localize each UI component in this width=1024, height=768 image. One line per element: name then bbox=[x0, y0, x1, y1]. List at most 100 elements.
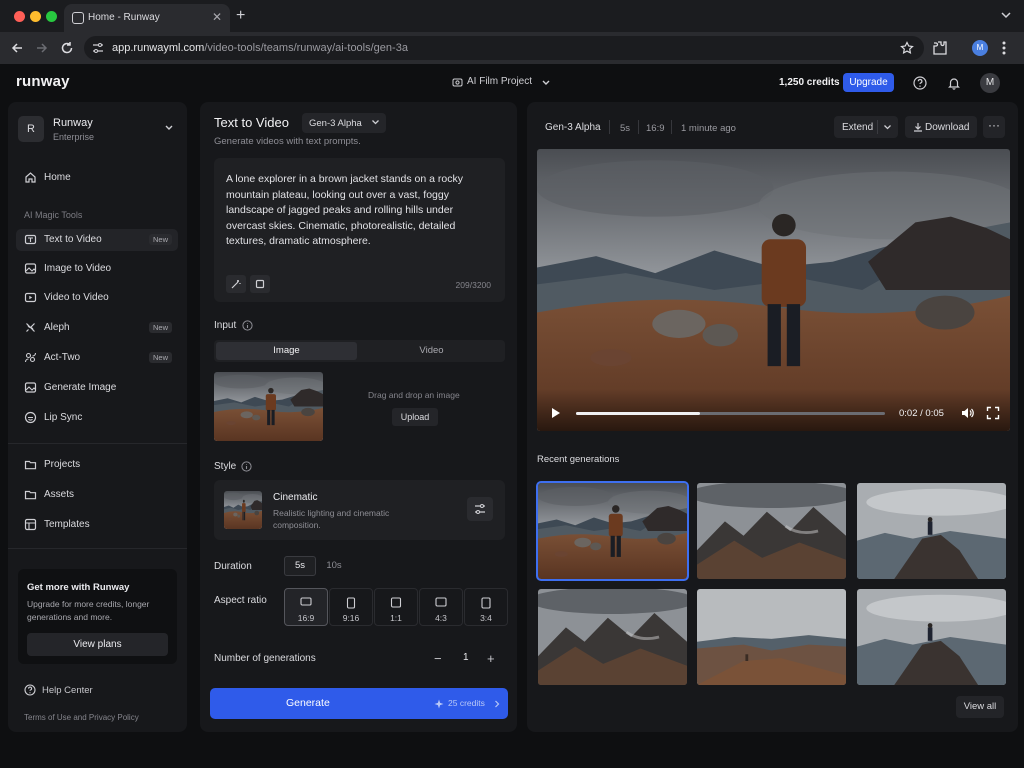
bookmark-star-icon[interactable] bbox=[900, 41, 914, 55]
play-icon[interactable] bbox=[551, 407, 561, 419]
maximize-window-icon[interactable] bbox=[46, 11, 57, 22]
sidebar-item-label: Projects bbox=[44, 459, 81, 470]
aspect-ratio-label: 3:4 bbox=[480, 613, 492, 623]
forward-icon[interactable] bbox=[35, 41, 49, 55]
terms-link[interactable]: Terms of Use and Privacy Policy bbox=[24, 713, 139, 722]
style-thumbnail bbox=[224, 491, 262, 529]
new-tab-icon[interactable]: + bbox=[236, 7, 245, 25]
input-type-toggle: Image Video bbox=[214, 340, 505, 362]
info-icon[interactable] bbox=[242, 320, 253, 331]
upload-button[interactable]: Upload bbox=[392, 408, 438, 426]
promo-title: Get more with Runway bbox=[27, 582, 130, 593]
project-selector[interactable]: AI Film Project bbox=[467, 76, 532, 87]
aspect-ratio-shape-icon bbox=[300, 597, 312, 606]
sidebar-item-projects[interactable]: Projects bbox=[16, 454, 178, 476]
close-window-icon[interactable] bbox=[14, 11, 25, 22]
user-avatar[interactable]: M bbox=[980, 73, 1000, 93]
sidebar-item-video-to-video[interactable]: Video to Video bbox=[16, 287, 178, 309]
notifications-bell-icon[interactable] bbox=[947, 76, 961, 90]
prompt-textarea[interactable]: A lone explorer in a brown jacket stands… bbox=[214, 158, 505, 302]
sidebar-item-home[interactable]: Home bbox=[16, 167, 178, 189]
sidebar-item-aleph[interactable]: Aleph New bbox=[16, 317, 178, 339]
sidebar-item-assets[interactable]: Assets bbox=[16, 484, 178, 506]
input-label: Input bbox=[214, 320, 237, 331]
aspect-ratio-label: 1:1 bbox=[390, 613, 402, 623]
prompt-char-count: 209/3200 bbox=[455, 280, 491, 290]
close-tab-icon[interactable]: ✕ bbox=[212, 10, 222, 24]
reload-icon[interactable] bbox=[60, 41, 74, 55]
recent-generation-thumbnail[interactable] bbox=[538, 589, 687, 685]
runway-logo[interactable]: runway bbox=[16, 73, 70, 90]
style-card[interactable]: Cinematic Realistic lighting and cinemat… bbox=[214, 480, 505, 540]
minimize-window-icon[interactable] bbox=[30, 11, 41, 22]
panel-title: Text to Video bbox=[214, 115, 289, 130]
tab-title: Home - Runway bbox=[88, 12, 160, 23]
sidebar-item-generate-image[interactable]: Generate Image bbox=[16, 377, 178, 399]
enhance-prompt-button[interactable] bbox=[226, 275, 246, 293]
sidebar-item-templates[interactable]: Templates bbox=[16, 514, 178, 536]
aspect-ratio-1-1[interactable]: 1:1 bbox=[374, 588, 418, 626]
aspect-ratio-16-9[interactable]: 16:9 bbox=[284, 588, 328, 626]
extend-button[interactable]: Extend bbox=[834, 116, 898, 138]
more-options-button[interactable]: ··· bbox=[983, 116, 1005, 138]
generation-preview-image bbox=[538, 483, 687, 579]
fullscreen-icon[interactable] bbox=[986, 406, 1000, 420]
tab-search-chevron-icon[interactable] bbox=[1000, 9, 1012, 21]
upgrade-promo-card: Get more with Runway Upgrade for more cr… bbox=[18, 569, 177, 664]
input-image-thumbnail[interactable] bbox=[214, 372, 323, 441]
sidebar-item-label: Generate Image bbox=[44, 382, 117, 393]
help-center-link[interactable]: Help Center bbox=[24, 684, 93, 696]
sidebar-item-image-to-video[interactable]: Image to Video bbox=[16, 258, 178, 280]
info-icon[interactable] bbox=[241, 461, 252, 472]
browser-profile-avatar[interactable]: M bbox=[972, 40, 988, 56]
site-settings-icon[interactable] bbox=[92, 42, 104, 54]
workspace-switcher[interactable]: R Runway Enterprise bbox=[18, 114, 176, 152]
recent-generation-thumbnail[interactable] bbox=[857, 589, 1006, 685]
duration-option-10s[interactable]: 10s bbox=[322, 556, 346, 576]
new-badge: New bbox=[148, 234, 172, 245]
volume-icon[interactable] bbox=[960, 406, 974, 420]
help-icon[interactable] bbox=[913, 76, 927, 90]
aspect-ratio-4-3[interactable]: 4:3 bbox=[419, 588, 463, 626]
download-button[interactable]: Download bbox=[905, 116, 977, 138]
divider bbox=[877, 120, 878, 134]
browser-menu-icon[interactable] bbox=[1002, 40, 1006, 56]
address-bar[interactable]: app.runwayml.com/video-tools/teams/runwa… bbox=[84, 36, 924, 60]
sidebar-item-lip-sync[interactable]: Lip Sync bbox=[16, 407, 178, 429]
aspect-ratio-3-4[interactable]: 3:4 bbox=[464, 588, 508, 626]
num-generations-value[interactable]: 1 bbox=[463, 652, 469, 663]
aspect-ratio-9-16[interactable]: 9:16 bbox=[329, 588, 373, 626]
tab-image[interactable]: Image bbox=[216, 342, 357, 360]
section-label: AI Magic Tools bbox=[24, 210, 83, 220]
chevron-down-icon[interactable] bbox=[883, 124, 892, 131]
tab-video[interactable]: Video bbox=[361, 342, 502, 360]
view-all-button[interactable]: View all bbox=[956, 696, 1004, 718]
view-plans-button[interactable]: View plans bbox=[27, 633, 168, 656]
recent-generation-thumbnail[interactable] bbox=[697, 589, 846, 685]
duration-option-5s[interactable]: 5s bbox=[284, 556, 316, 576]
sidebar-item-act-two[interactable]: Act-Two New bbox=[16, 347, 178, 369]
increase-generations-button[interactable]: + bbox=[487, 651, 495, 666]
workspace-badge: R bbox=[18, 116, 44, 142]
decrease-generations-button[interactable]: − bbox=[434, 651, 442, 666]
aspect-ratio-shape-icon bbox=[435, 597, 447, 607]
extensions-icon[interactable] bbox=[932, 40, 948, 56]
chevron-down-icon bbox=[372, 120, 379, 125]
model-selector[interactable]: Gen-3 Alpha bbox=[302, 113, 386, 133]
sidebar-item-text-to-video[interactable]: Text to Video New bbox=[16, 229, 178, 251]
recent-generation-thumbnail[interactable] bbox=[697, 483, 846, 579]
model-selector-label: Gen-3 Alpha bbox=[309, 118, 362, 129]
browser-tab[interactable]: Home - Runway ✕ bbox=[64, 4, 230, 32]
upgrade-button[interactable]: Upgrade bbox=[843, 73, 894, 92]
generate-button[interactable]: Generate 25 credits bbox=[210, 688, 508, 719]
generation-preview-image bbox=[697, 483, 846, 579]
chevron-down-icon[interactable] bbox=[541, 79, 551, 87]
back-icon[interactable] bbox=[10, 41, 24, 55]
video-player[interactable]: 0:02 / 0:05 bbox=[537, 149, 1010, 431]
recent-generation-thumbnail[interactable] bbox=[536, 481, 689, 581]
prompt-options-button[interactable] bbox=[250, 275, 270, 293]
recent-generation-thumbnail[interactable] bbox=[857, 483, 1006, 579]
prompt-text[interactable]: A lone explorer in a brown jacket stands… bbox=[226, 172, 488, 250]
playback-progress-track[interactable] bbox=[576, 412, 885, 415]
style-settings-button[interactable] bbox=[467, 497, 493, 521]
